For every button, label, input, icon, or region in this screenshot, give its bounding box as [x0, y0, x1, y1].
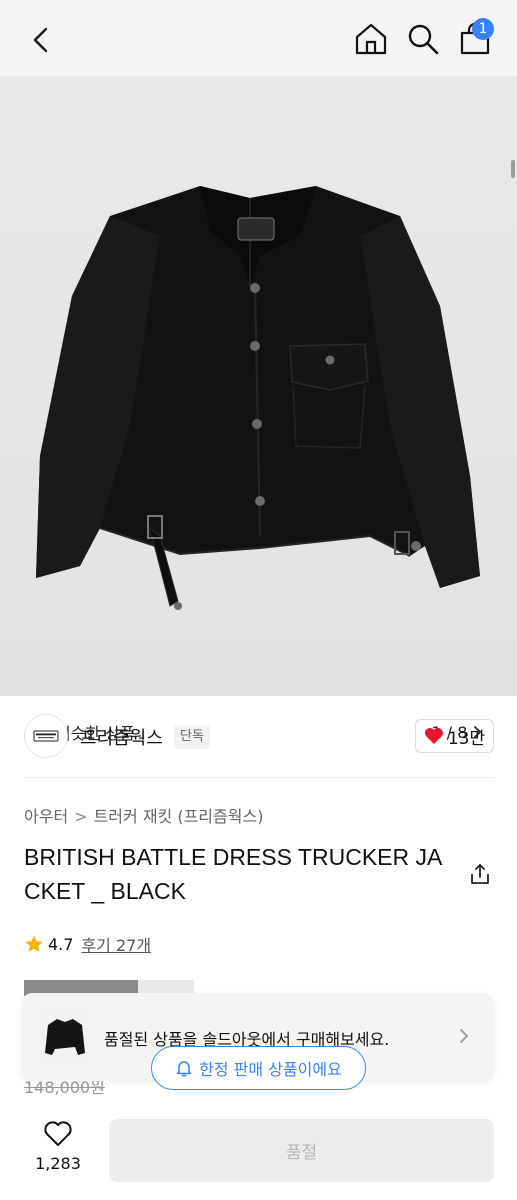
rating-score: 4.7: [48, 934, 74, 954]
brand-like-count: 13만: [447, 728, 486, 749]
chevron-right-icon: [460, 1029, 469, 1043]
breadcrumb-item[interactable]: 트러커 재킷 (프리즘웍스): [94, 807, 264, 826]
breadcrumb-separator: >: [74, 807, 88, 826]
heart-filled-icon: [424, 728, 443, 744]
soldout-button[interactable]: 품절: [109, 1119, 494, 1182]
soldout-button-label: 품절: [285, 1143, 318, 1163]
review-count-link[interactable]: 후기 27개: [81, 932, 151, 956]
heart-outline-icon: [44, 1121, 72, 1146]
home-icon[interactable]: [352, 20, 390, 58]
back-icon[interactable]: [24, 22, 60, 58]
product-like-button[interactable]: 1,283: [24, 1120, 92, 1182]
brand-logo-image: [33, 730, 59, 742]
breadcrumb: 아우터 > 트러커 재킷 (프리즘웍스): [24, 803, 263, 827]
exclusive-badge: 단독: [174, 725, 210, 749]
product-like-count: 1,283: [35, 1154, 81, 1173]
top-bar: 1: [0, 0, 517, 76]
brand-logo[interactable]: [24, 714, 68, 758]
divider: [24, 777, 494, 778]
star-icon: [25, 935, 43, 952]
limited-sale-label: 한정 판매 상품이에요: [199, 1060, 342, 1079]
brand-name[interactable]: 프리즘웍스: [80, 724, 163, 750]
product-title: BRITISH BATTLE DRESS TRUCKER JACKET _ BL…: [24, 844, 443, 904]
product-rating: 4.7 후기 27개: [24, 932, 151, 956]
breadcrumb-item[interactable]: 아우터: [24, 807, 68, 826]
search-icon[interactable]: [404, 20, 442, 58]
product-thumbnail: [40, 1011, 90, 1063]
bell-icon: [176, 1061, 192, 1077]
cart-count-badge: 1: [472, 18, 494, 40]
share-icon[interactable]: [468, 862, 492, 886]
brand-like-button[interactable]: 13만: [415, 719, 494, 753]
product-image: [36, 186, 480, 610]
limited-sale-pill[interactable]: 한정 판매 상품이에요: [151, 1046, 366, 1090]
product-image-gallery[interactable]: 비슷한 상품 1 / 8: [0, 76, 517, 748]
